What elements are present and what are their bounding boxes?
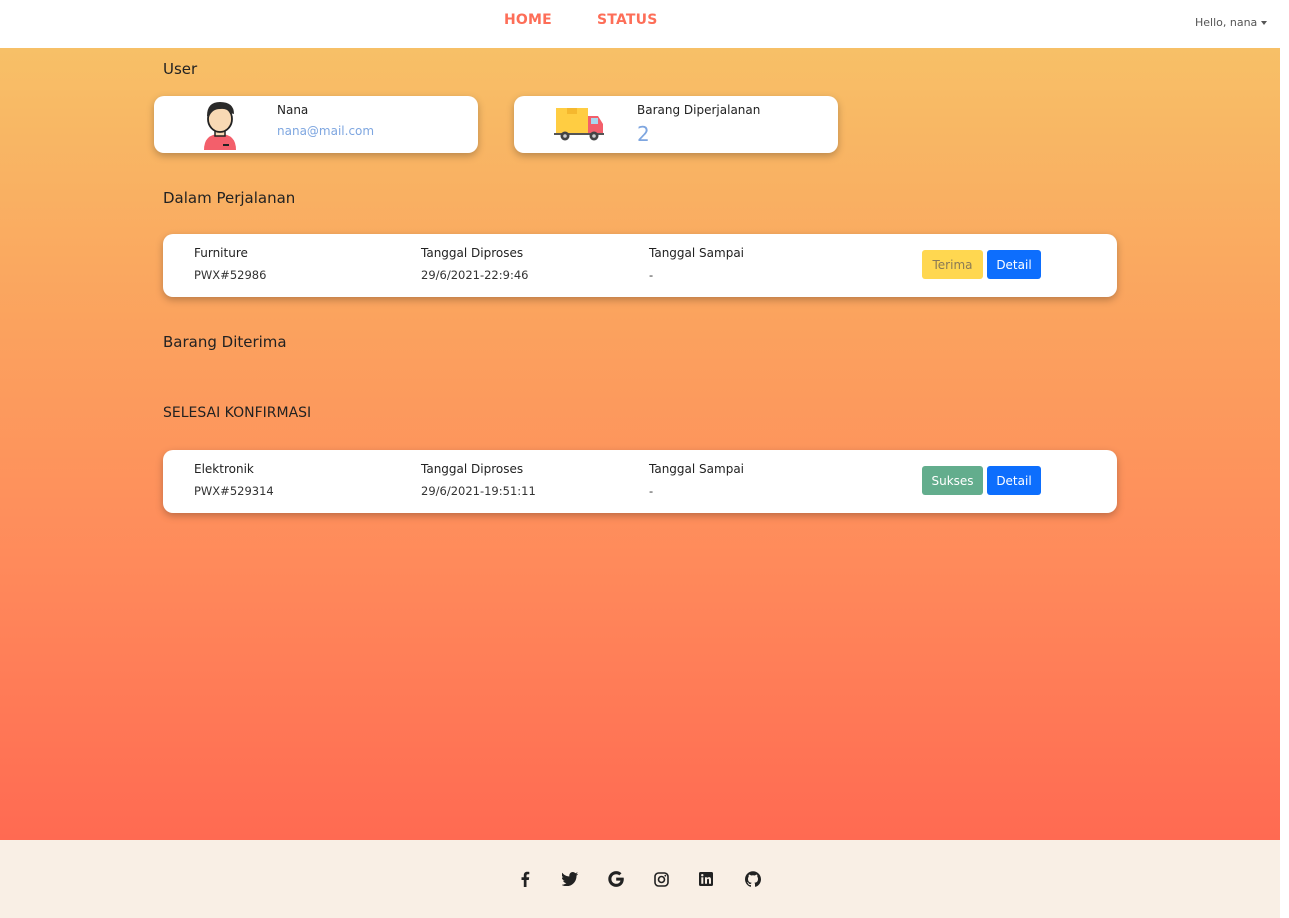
- user-menu-dropdown[interactable]: Hello, nana: [1195, 16, 1268, 29]
- user-email: nana@mail.com: [277, 124, 375, 138]
- user-name: Nana: [277, 103, 309, 117]
- transit-label: Barang Diperjalanan: [637, 103, 761, 117]
- instagram-icon[interactable]: [652, 870, 670, 888]
- transit-count-card: Barang Diperjalanan 2: [514, 96, 838, 153]
- delivery-truck-icon: [554, 108, 604, 141]
- item-category: Furniture: [194, 246, 248, 260]
- user-greeting: Hello, nana: [1195, 16, 1258, 29]
- user-avatar-icon: [204, 102, 236, 150]
- section-title-confirmed: SELESAI KONFIRMASI: [163, 405, 312, 421]
- confirmed-item-row: Elektronik PWX#529314 Tanggal Diproses 2…: [163, 450, 1117, 513]
- terima-button[interactable]: Terima: [922, 250, 983, 279]
- footer: [0, 840, 1280, 918]
- item-code: PWX#52986: [194, 268, 267, 282]
- nav-status-link[interactable]: STATUS: [597, 12, 658, 28]
- section-title-user: User: [163, 60, 198, 78]
- google-icon[interactable]: [607, 870, 625, 888]
- nav-home-link[interactable]: HOME: [504, 12, 552, 28]
- transit-count: 2: [637, 122, 650, 146]
- section-title-received: Barang Diterima: [163, 333, 287, 351]
- linkedin-icon[interactable]: [697, 870, 715, 888]
- arrived-date: -: [649, 268, 654, 282]
- processed-date-label: Tanggal Diproses: [421, 462, 524, 476]
- main-content: User Nana nana@mail.com Barang Diperjala…: [0, 48, 1280, 840]
- in-transit-item-row: Furniture PWX#52986 Tanggal Diproses 29/…: [163, 234, 1117, 297]
- top-navbar: HOME STATUS Hello, nana: [0, 0, 1280, 48]
- user-card: Nana nana@mail.com: [154, 96, 478, 153]
- detail-button[interactable]: Detail: [987, 466, 1041, 495]
- github-icon[interactable]: [744, 870, 762, 888]
- arrived-date-label: Tanggal Sampai: [649, 246, 745, 260]
- item-code: PWX#529314: [194, 484, 274, 498]
- processed-date-label: Tanggal Diproses: [421, 246, 524, 260]
- item-category: Elektronik: [194, 462, 254, 476]
- section-title-in-transit: Dalam Perjalanan: [163, 189, 296, 207]
- arrived-date-label: Tanggal Sampai: [649, 462, 745, 476]
- processed-date: 29/6/2021-22:9:46: [421, 268, 529, 282]
- facebook-icon[interactable]: [516, 870, 534, 888]
- processed-date: 29/6/2021-19:51:11: [421, 484, 536, 498]
- detail-button[interactable]: Detail: [987, 250, 1041, 279]
- twitter-icon[interactable]: [561, 870, 579, 888]
- sukses-status-button[interactable]: Sukses: [922, 466, 983, 495]
- caret-down-icon: [1261, 20, 1268, 25]
- arrived-date: -: [649, 484, 654, 498]
